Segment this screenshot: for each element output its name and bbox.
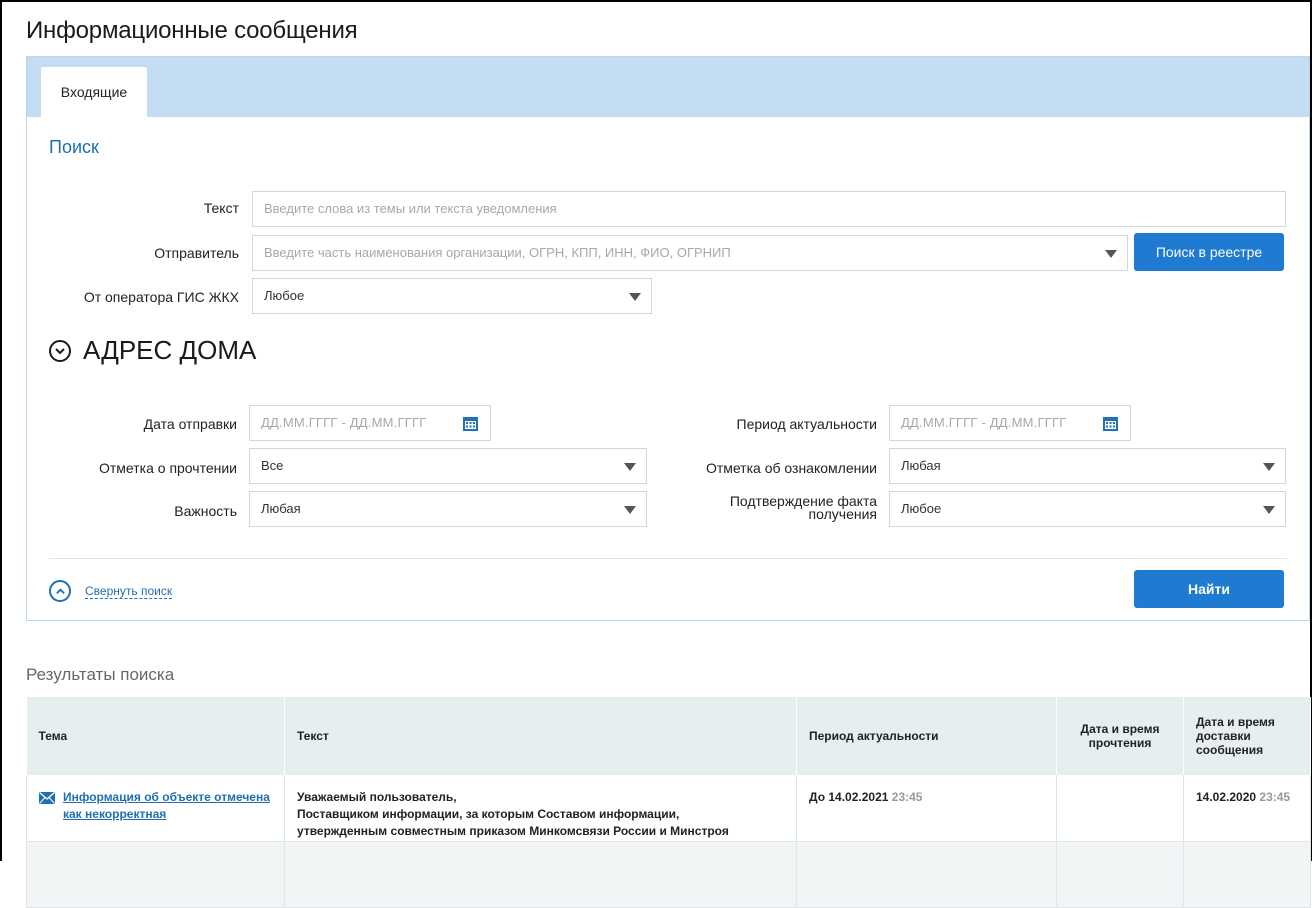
cell-empty	[796, 841, 1057, 908]
ack-mark-select[interactable]: Любая	[889, 448, 1286, 484]
sender-placeholder: Введите часть наименования организации, …	[264, 245, 731, 260]
column-header-text[interactable]: Текст	[284, 697, 797, 775]
sender-select[interactable]: Введите часть наименования организации, …	[252, 235, 1128, 271]
read-mark-value: Все	[261, 458, 284, 473]
cell-text: Уважаемый пользователь, Поставщиком инфо…	[284, 775, 797, 842]
text-label: Текст	[203, 200, 239, 216]
results-table: Тема Текст Период актуальности Дата и вр…	[26, 697, 1311, 908]
results-title: Результаты поиска	[26, 665, 175, 684]
tab-bar: Входящие	[27, 57, 1309, 117]
envelope-icon	[39, 792, 55, 804]
ack-mark-value: Любая	[901, 458, 941, 473]
column-header-subject[interactable]: Тема	[26, 697, 285, 775]
chevron-down-icon	[1263, 506, 1275, 514]
actuality-period-placeholder: ДД.ММ.ГГГГ - ДД.ММ.ГГГГ	[901, 415, 1067, 430]
chevron-down-circle-icon	[49, 339, 71, 362]
operator-label: От оператора ГИС ЖКХ	[83, 289, 239, 305]
column-header-period[interactable]: Период актуальности	[796, 697, 1057, 775]
receipt-confirm-label-line2: получения	[808, 506, 877, 522]
period-date: До 14.02.2021	[809, 790, 889, 804]
cell-empty	[1183, 841, 1311, 908]
table-row[interactable]: Информация об объекте отмечена как некор…	[26, 775, 1311, 842]
send-date-label: Дата отправки	[143, 416, 237, 432]
actuality-period-range-input[interactable]: ДД.ММ.ГГГГ - ДД.ММ.ГГГГ	[889, 405, 1131, 441]
chevron-down-icon	[629, 293, 641, 301]
importance-value: Любая	[261, 501, 301, 516]
column-header-delivery-datetime[interactable]: Дата и время доставки сообщения	[1183, 697, 1311, 775]
tab-incoming[interactable]: Входящие	[41, 67, 147, 117]
cell-delivery-datetime: 14.02.2020 23:45	[1183, 775, 1311, 842]
receipt-confirm-label: Подтверждение факта получения	[627, 494, 877, 522]
page-title: Информационные сообщения	[26, 17, 358, 44]
cell-empty	[284, 841, 797, 908]
message-text-line: Уважаемый пользователь,	[297, 790, 457, 804]
address-section-toggle[interactable]: АДРЕС ДОМА	[49, 335, 256, 366]
receipt-confirm-select[interactable]: Любое	[889, 491, 1286, 527]
read-mark-select[interactable]: Все	[249, 448, 647, 484]
calendar-icon[interactable]	[1103, 416, 1118, 431]
cell-empty	[26, 841, 285, 908]
importance-label: Важность	[174, 503, 237, 519]
address-section-title: АДРЕС ДОМА	[83, 335, 257, 365]
message-subject-link[interactable]: Информация об объекте отмечена как некор…	[63, 789, 272, 823]
operator-value: Любое	[264, 288, 305, 303]
divider	[49, 558, 1287, 559]
cell-empty	[1056, 841, 1184, 908]
sender-label: Отправитель	[154, 245, 239, 261]
column-header-read-datetime[interactable]: Дата и время прочтения	[1056, 697, 1184, 775]
receipt-confirm-value: Любое	[901, 501, 942, 516]
delivery-date: 14.02.2020	[1196, 790, 1257, 804]
delivery-time: 23:45	[1259, 790, 1291, 804]
chevron-down-icon	[1105, 250, 1117, 258]
cell-period: До 14.02.2021 23:45	[796, 775, 1057, 842]
message-text-line: утвержденным совместным приказом Минкомс…	[297, 824, 729, 838]
table-header-row: Тема Текст Период актуальности Дата и вр…	[26, 697, 1311, 775]
operator-select[interactable]: Любое	[252, 278, 652, 314]
importance-select[interactable]: Любая	[249, 491, 647, 527]
calendar-icon[interactable]	[463, 416, 478, 431]
ack-mark-label: Отметка об ознакомлении	[705, 460, 877, 476]
chevron-up-circle-icon	[49, 580, 71, 602]
collapse-search-toggle[interactable]: Свернуть поиск	[49, 580, 173, 602]
registry-search-button[interactable]: Поиск в реестре	[1134, 233, 1284, 271]
send-date-placeholder: ДД.ММ.ГГГГ - ДД.ММ.ГГГГ	[261, 415, 427, 430]
cell-read-datetime	[1056, 775, 1184, 842]
search-section-title: Поиск	[49, 137, 99, 157]
chevron-down-icon	[1263, 463, 1275, 471]
actuality-period-label: Период актуальности	[736, 416, 877, 432]
collapse-search-link[interactable]: Свернуть поиск	[85, 584, 173, 599]
cell-subject: Информация об объекте отмечена как некор…	[26, 775, 285, 842]
message-text-line: Поставщиком информации, за которым Соста…	[297, 807, 680, 821]
search-panel: Входящие Поиск Текст Введите слова из те…	[26, 56, 1310, 621]
find-button[interactable]: Найти	[1134, 570, 1284, 608]
send-date-range-input[interactable]: ДД.ММ.ГГГГ - ДД.ММ.ГГГГ	[249, 405, 491, 441]
read-mark-label: Отметка о прочтении	[99, 460, 237, 476]
period-time: 23:45	[891, 790, 923, 804]
table-row[interactable]	[26, 841, 1311, 908]
text-search-input[interactable]: Введите слова из темы или текста уведомл…	[252, 191, 1286, 227]
